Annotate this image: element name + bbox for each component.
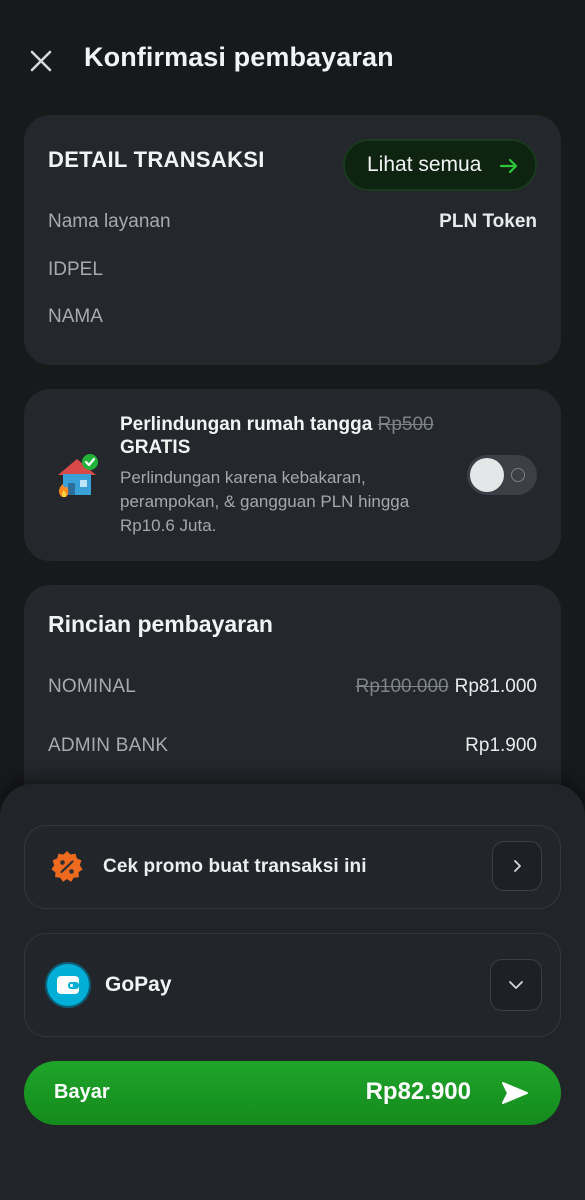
protection-description: Perlindungan karena kebakaran, perampoka… bbox=[120, 468, 410, 535]
protection-free-label: GRATIS bbox=[120, 437, 191, 458]
gopay-wallet-icon bbox=[45, 962, 91, 1008]
payment-method-row[interactable]: GoPay bbox=[24, 933, 561, 1037]
nominal-new-value: Rp81.000 bbox=[454, 676, 537, 697]
protection-toggle[interactable] bbox=[467, 455, 537, 495]
promo-label: Cek promo buat transaksi ini bbox=[103, 856, 367, 877]
service-name-value: PLN Token bbox=[439, 211, 537, 232]
pay-button-label: Bayar bbox=[54, 1081, 110, 1103]
protection-title-text: Perlindungan rumah tangga bbox=[120, 414, 373, 435]
protection-old-price: Rp500 bbox=[377, 414, 434, 435]
payment-bottom-sheet: Cek promo buat transaksi ini GoPay Bayar… bbox=[0, 784, 585, 1200]
promo-chevron-button[interactable] bbox=[492, 841, 542, 891]
nominal-old-value: Rp100.000 bbox=[355, 676, 449, 697]
admin-bank-value: Rp1.900 bbox=[465, 735, 537, 756]
header: Konfirmasi pembayaran bbox=[0, 0, 585, 120]
name-label: NAMA bbox=[48, 306, 103, 327]
payment-confirmation-screen: Konfirmasi pembayaran DETAIL TRANSAKSI L… bbox=[0, 0, 585, 1200]
see-all-label: Lihat semua bbox=[367, 153, 482, 176]
payment-details-title: Rincian pembayaran bbox=[48, 611, 273, 637]
arrow-right-icon bbox=[499, 158, 518, 174]
chevron-down-icon bbox=[509, 981, 523, 989]
admin-bank-label: ADMIN BANK bbox=[48, 735, 169, 756]
toggle-knob bbox=[470, 458, 504, 492]
transaction-detail-title: DETAIL TRANSAKSI bbox=[48, 147, 265, 172]
house-protection-icon bbox=[58, 454, 98, 497]
nominal-value: Rp100.000 Rp81.000 bbox=[356, 676, 537, 698]
payment-method-dropdown[interactable] bbox=[490, 959, 542, 1011]
send-arrow-icon bbox=[502, 1082, 528, 1104]
pay-button-total: Rp82.900 bbox=[365, 1078, 471, 1105]
nominal-label: NOMINAL bbox=[48, 676, 136, 697]
page-title: Konfirmasi pembayaran bbox=[84, 42, 394, 72]
service-name-label: Nama layanan bbox=[48, 211, 171, 232]
idpel-label: IDPEL bbox=[48, 259, 103, 280]
promo-row[interactable]: Cek promo buat transaksi ini bbox=[24, 825, 561, 909]
toggle-off-indicator-icon bbox=[511, 468, 525, 482]
pay-button[interactable]: Bayar Rp82.900 bbox=[24, 1061, 561, 1125]
chevron-right-icon bbox=[514, 860, 521, 872]
transaction-detail-card: DETAIL TRANSAKSI Lihat semua Nama layana… bbox=[24, 115, 561, 365]
payment-method-name: GoPay bbox=[105, 973, 172, 996]
home-protection-card: Perlindungan rumah tangga Rp500 GRATIS P… bbox=[24, 389, 561, 561]
see-all-button[interactable]: Lihat semua bbox=[343, 139, 537, 191]
promo-percent-icon bbox=[51, 851, 83, 882]
protection-title: Perlindungan rumah tangga Rp500 bbox=[120, 413, 480, 437]
close-icon[interactable] bbox=[26, 46, 56, 76]
